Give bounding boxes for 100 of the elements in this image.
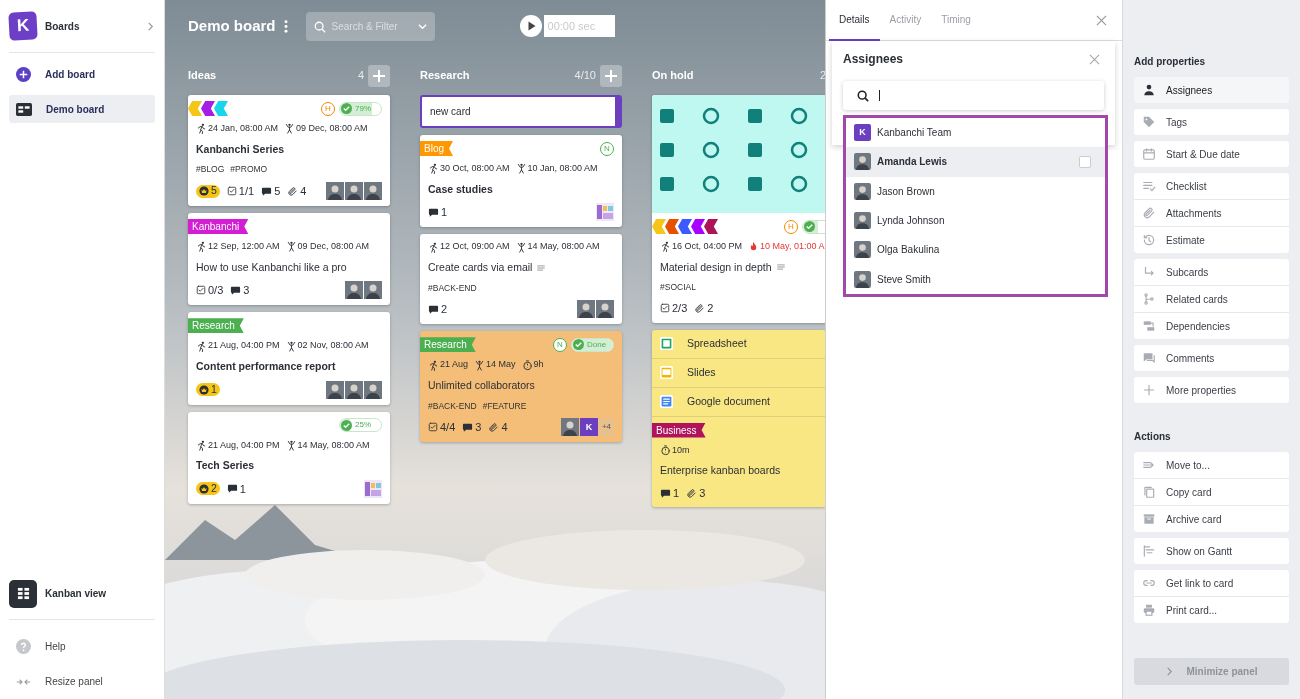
property-button[interactable]: Start & Due date <box>1134 141 1289 167</box>
comment-icon <box>230 284 242 296</box>
property-button[interactable]: Show on Gantt <box>1134 538 1289 564</box>
check-circle-icon <box>341 103 352 114</box>
avatar <box>364 380 382 399</box>
card[interactable]: Blog N 30 Oct, 08:00 AM 10 Jan, 08:00 AM Case studies 1 <box>420 135 622 228</box>
property-button[interactable]: Copy card <box>1134 479 1289 505</box>
assignee-option[interactable]: Lynda Johnson <box>846 205 1105 236</box>
check-circle-icon <box>804 221 815 232</box>
board-icon <box>16 102 32 116</box>
property-button[interactable]: Comments <box>1134 345 1289 371</box>
property-button[interactable]: Move to... <box>1134 452 1289 478</box>
attachment-link[interactable]: Slides <box>687 364 716 381</box>
property-button[interactable]: Subcards <box>1134 259 1289 285</box>
comment-count: 1 <box>239 481 246 497</box>
card[interactable]: Research N Done 21 Aug 14 May 9h Unlimited collaborators #BACK-END #FEATURE 4/4 3 4 K +4 <box>420 331 622 443</box>
property-button[interactable]: Assignees <box>1134 77 1289 103</box>
label-tag: Research <box>188 318 244 334</box>
property-button[interactable]: Get link to card <box>1134 570 1289 596</box>
hashtag: #FEATURE <box>482 399 527 413</box>
running-figure-icon <box>428 163 439 175</box>
close-icon[interactable] <box>1089 53 1100 65</box>
column-title: On hold <box>652 68 695 84</box>
hashtag: #SOCIAL <box>660 281 696 294</box>
property-button[interactable]: Attachments <box>1134 200 1289 226</box>
progress-text: 25% <box>355 419 371 431</box>
app-logo[interactable]: K <box>8 11 38 41</box>
add-card-button[interactable] <box>368 64 390 87</box>
checklist-icon <box>196 285 206 296</box>
priority-badge: N <box>600 141 614 156</box>
property-button[interactable]: Print card... <box>1134 597 1289 623</box>
card[interactable]: Spreadsheet Slides Google document Business 10m Enterprise kanban boards 1 3 <box>652 329 825 508</box>
assignee-option[interactable]: Jason Brown <box>846 176 1105 206</box>
points-badge: 5 <box>196 184 220 198</box>
start-date: 21 Aug <box>440 358 469 372</box>
running-figure-icon <box>196 241 207 253</box>
due-date: 14 May <box>486 358 516 372</box>
sidebar-item[interactable]: Demo board <box>9 95 155 123</box>
assignee-option[interactable]: K Kanbanchi Team <box>846 118 1105 148</box>
property-button[interactable]: Archive card <box>1134 506 1289 532</box>
attachment-link[interactable]: Google document <box>687 393 770 410</box>
search-icon <box>313 20 326 33</box>
avatar <box>326 182 344 200</box>
play-button[interactable] <box>519 15 542 37</box>
board-title: Demo board <box>188 15 276 36</box>
label-tag: Blog <box>420 141 453 156</box>
property-button[interactable]: Related cards <box>1134 286 1289 312</box>
property-button[interactable]: Estimate <box>1134 227 1289 253</box>
property-button[interactable]: More properties <box>1134 377 1289 403</box>
attachment-count: 2 <box>707 301 714 316</box>
running-figure-icon <box>196 340 207 352</box>
card[interactable]: 12 Oct, 09:00 AM 14 May, 08:00 AM Create cards via email #BACK-END 2 <box>420 234 622 325</box>
sidebar-item[interactable]: Add board <box>9 60 155 88</box>
file-icon <box>660 337 673 350</box>
due-date: 09 Dec, 08:00 AM <box>296 122 368 135</box>
avatar <box>326 380 344 399</box>
add-card-button[interactable] <box>600 64 622 87</box>
avatar <box>345 182 363 200</box>
comment-icon <box>261 185 273 197</box>
sidebar-link[interactable]: Help <box>9 629 155 664</box>
card-count: 4/10 <box>574 68 596 84</box>
due-date: 10 Jan, 08:00 AM <box>527 162 598 175</box>
card[interactable]: Kanbanchi 12 Sep, 12:00 AM 09 Dec, 08:00 AM How to use Kanbanchi like a pro 0/3 3 <box>188 213 390 306</box>
checkbox[interactable] <box>1079 155 1091 168</box>
card[interactable]: H 79% 24 Jan, 08:00 AM 09 Dec, 08:00 AM Kanbanchi Series #BLOG #PROMO 5 1/1 5 4 <box>188 95 390 206</box>
start-date: 21 Aug, 04:00 PM <box>208 438 280 452</box>
check-circle-icon <box>573 339 584 351</box>
figure-arms-raised-icon <box>284 123 296 135</box>
card-count: 2 <box>819 68 825 84</box>
new-card-field[interactable]: new card <box>420 95 622 128</box>
avatar <box>854 212 871 230</box>
hashtag: #PROMO <box>230 163 268 176</box>
plus-icon <box>1142 383 1156 397</box>
sidebar-link[interactable]: Resize panel <box>9 664 155 699</box>
assignee-option[interactable]: Steve Smith <box>846 264 1105 294</box>
figure-arms-raised-icon <box>474 359 486 371</box>
avatar <box>345 380 363 399</box>
progress-text: Done <box>587 338 607 351</box>
card[interactable]: H 16 Oct, 04:00 PM 10 May, 01:00 A Material design in depth #SOCIAL 2/3 2 <box>652 95 825 323</box>
chevron-right-icon[interactable] <box>146 21 155 31</box>
kanban-view-icon[interactable] <box>9 579 37 608</box>
card[interactable]: 25% 21 Aug, 04:00 PM 14 May, 08:00 AM Tech Series 2 1 <box>188 411 390 504</box>
assignee-option[interactable]: Olga Bakulina <box>846 235 1105 265</box>
card[interactable]: Research 21 Aug, 04:00 PM 02 Nov, 08:00 AM Content performance report 1 <box>188 312 390 405</box>
card-title: Tech Series <box>196 458 255 473</box>
property-button[interactable]: Dependencies <box>1134 313 1289 339</box>
avatar: K <box>854 124 871 142</box>
property-button[interactable]: Checklist <box>1134 173 1289 199</box>
priority-badge: H <box>321 101 335 116</box>
start-date: 24 Jan, 08:00 AM <box>208 122 279 135</box>
property-button[interactable]: Tags <box>1134 109 1289 135</box>
hashtag: #BLOG <box>196 163 225 176</box>
assignee-option[interactable]: Amanda Lewis <box>846 147 1105 177</box>
label-tag: Research <box>420 337 476 353</box>
avatar <box>854 241 871 259</box>
close-icon[interactable] <box>1096 14 1107 26</box>
checklist-count: 4/4 <box>440 420 456 435</box>
help-icon <box>16 639 31 654</box>
attachment-link[interactable]: Spreadsheet <box>687 335 747 352</box>
more-options-icon[interactable] <box>283 19 288 33</box>
